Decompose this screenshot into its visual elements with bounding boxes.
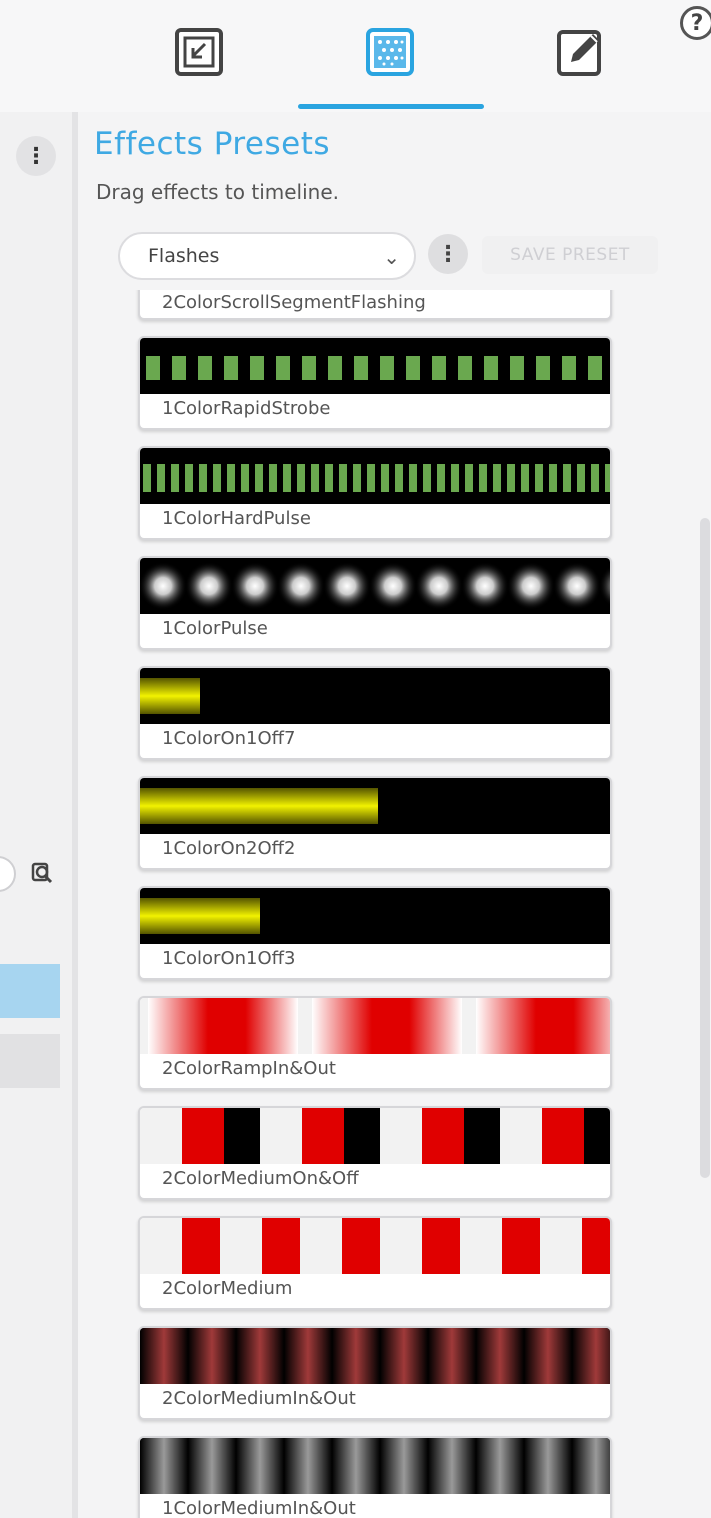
preset-label: 1ColorRapidStrobe bbox=[162, 398, 331, 419]
preset-card[interactable]: 2ColorMediumIn&Out bbox=[138, 1326, 612, 1420]
preset-card[interactable]: 1ColorRapidStrobe bbox=[138, 336, 612, 430]
ramp-preview-graphic bbox=[140, 998, 610, 1054]
presets-more-menu-icon[interactable]: ⋮ bbox=[428, 234, 468, 274]
preset-preview-medium-on-off bbox=[140, 1108, 610, 1164]
preset-card[interactable]: 1ColorHardPulse bbox=[138, 446, 612, 540]
medium-preview-graphic bbox=[140, 1218, 610, 1274]
help-icon[interactable]: ? bbox=[680, 6, 711, 40]
preset-label: 1ColorOn1Off7 bbox=[162, 728, 296, 749]
preset-label: 1ColorPulse bbox=[162, 618, 268, 639]
save-preset-button[interactable]: SAVE PRESET bbox=[482, 236, 658, 274]
preset-card[interactable]: 1ColorMediumIn&Out bbox=[138, 1436, 612, 1518]
preset-card[interactable]: 2ColorMediumOn&Off bbox=[138, 1106, 612, 1200]
tab-effects-presets[interactable] bbox=[362, 24, 418, 80]
active-tab-indicator bbox=[298, 104, 484, 109]
sidebar-item[interactable] bbox=[0, 1034, 60, 1088]
preset-card[interactable]: 1ColorOn2Off2 bbox=[138, 776, 612, 870]
sidebar-search-icon[interactable] bbox=[26, 856, 58, 888]
preset-label: 2ColorRampIn&Out bbox=[162, 1058, 336, 1079]
preset-card[interactable]: 1ColorOn1Off3 bbox=[138, 886, 612, 980]
medium-on-off-preview-graphic bbox=[140, 1108, 610, 1164]
preset-preview-medium-in-out-white bbox=[140, 1438, 610, 1494]
sidebar-more-menu-icon[interactable]: ⋮ bbox=[16, 136, 56, 176]
preset-card[interactable]: 2ColorMedium bbox=[138, 1216, 612, 1310]
preset-label: 1ColorOn2Off2 bbox=[162, 838, 296, 859]
chevron-down-icon: ⌄ bbox=[383, 245, 400, 269]
left-sidebar: ⋮ bbox=[0, 112, 78, 1518]
preset-preview-medium-in-out-red bbox=[140, 1328, 610, 1384]
tab-import[interactable] bbox=[171, 24, 227, 80]
preset-preview-hard-pulse bbox=[140, 448, 610, 504]
category-select[interactable]: Flashes ⌄ bbox=[118, 232, 416, 280]
on2off2-preview-graphic bbox=[140, 788, 378, 824]
medium-in-out-white-preview-graphic bbox=[140, 1438, 610, 1494]
category-select-value: Flashes bbox=[148, 245, 220, 267]
preset-preview-strobe bbox=[140, 338, 610, 394]
preset-preview-ramp bbox=[140, 998, 610, 1054]
edit-icon bbox=[557, 30, 601, 76]
sidebar-round-button[interactable] bbox=[0, 856, 16, 892]
presets-scrollbar[interactable] bbox=[700, 518, 710, 1178]
tab-edit[interactable] bbox=[553, 24, 609, 80]
pulse-preview-graphic bbox=[140, 558, 610, 614]
preset-label: 2ColorMedium bbox=[162, 1278, 293, 1299]
preset-preview-on1off7 bbox=[140, 668, 610, 724]
preset-label: 2ColorMediumIn&Out bbox=[162, 1388, 356, 1409]
preset-card[interactable]: 1ColorPulse bbox=[138, 556, 612, 650]
on1off7-preview-graphic bbox=[140, 678, 200, 714]
preset-preview-on1off3 bbox=[140, 888, 610, 944]
effects-icon bbox=[366, 28, 414, 76]
preset-label: 1ColorOn1Off3 bbox=[162, 948, 296, 969]
effects-presets-panel: Effects Presets Drag effects to timeline… bbox=[78, 112, 711, 1518]
strobe-preview-graphic bbox=[140, 338, 610, 394]
medium-in-out-red-preview-graphic bbox=[140, 1328, 610, 1384]
preset-preview-on2off2 bbox=[140, 778, 610, 834]
preset-card[interactable]: 2ColorRampIn&Out bbox=[138, 996, 612, 1090]
panel-subtitle: Drag effects to timeline. bbox=[96, 180, 340, 204]
panel-title: Effects Presets bbox=[94, 126, 331, 162]
hard-pulse-preview-graphic bbox=[140, 448, 610, 504]
preset-label: 2ColorScrollSegmentFlashing bbox=[162, 292, 426, 313]
preset-card[interactable]: 1ColorOn1Off7 bbox=[138, 666, 612, 760]
preset-label: 2ColorMediumOn&Off bbox=[162, 1168, 359, 1189]
preset-preview-pulse bbox=[140, 558, 610, 614]
preset-preview-medium bbox=[140, 1218, 610, 1274]
preset-label: 1ColorHardPulse bbox=[162, 508, 311, 529]
preset-card[interactable]: 2ColorScrollSegmentFlashing bbox=[138, 290, 612, 320]
presets-list[interactable]: 2ColorScrollSegmentFlashing 1ColorRapidS… bbox=[78, 290, 711, 1518]
top-tab-bar: ? bbox=[0, 0, 711, 112]
preset-label: 1ColorMediumIn&Out bbox=[162, 1498, 356, 1518]
on1off3-preview-graphic bbox=[140, 898, 260, 934]
import-icon bbox=[175, 28, 223, 76]
sidebar-selected-item[interactable] bbox=[0, 964, 60, 1018]
